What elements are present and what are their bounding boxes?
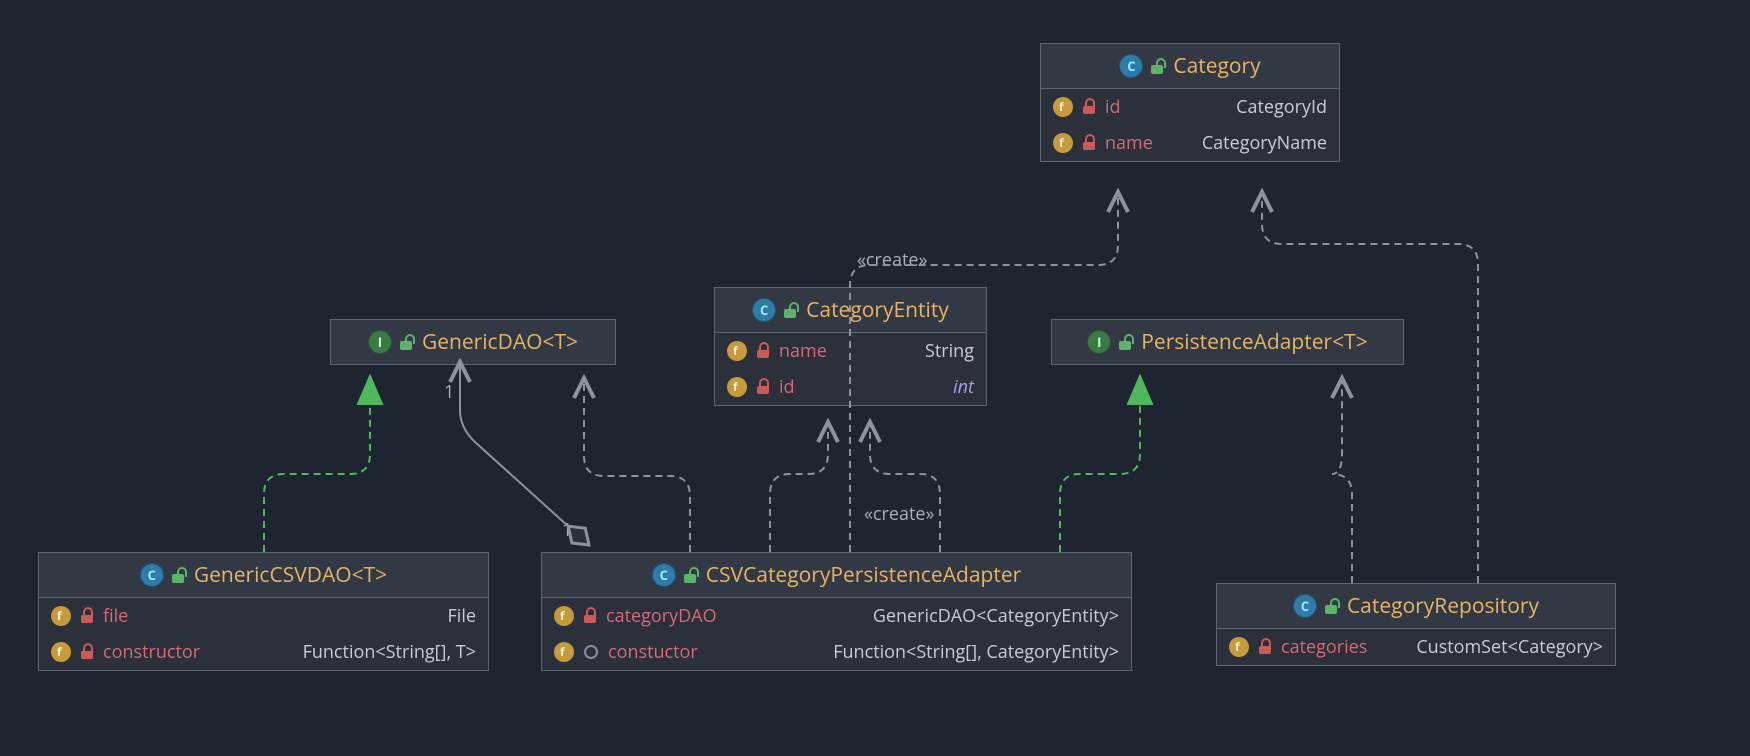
multiplicity-label: 1: [562, 518, 572, 542]
field-name: id: [1105, 95, 1121, 119]
field-row: constructor Function<String[], T>: [39, 634, 488, 670]
unlock-icon: [684, 567, 698, 583]
field-row: categoryDAO GenericDAO<CategoryEntity>: [542, 598, 1131, 634]
package-icon: [584, 645, 598, 659]
field-name: constuctor: [608, 640, 698, 664]
field-name: name: [779, 339, 827, 363]
field-icon: [727, 341, 747, 361]
field-row: constuctor Function<String[], CategoryEn…: [542, 634, 1131, 670]
field-name: id: [779, 375, 795, 399]
interface-title: I PersistenceAdapter<T>: [1052, 320, 1403, 364]
field-row: id CategoryId: [1041, 89, 1339, 125]
field-type: CustomSet<Category>: [1416, 635, 1603, 659]
edge-dependency: [870, 422, 940, 552]
class-title: C CategoryRepository: [1217, 584, 1615, 629]
uml-diagram: { "boxes": { "category": { "kind": "clas…: [0, 0, 1750, 756]
field-type: Function<String[], T>: [303, 640, 476, 664]
field-type: GenericDAO<CategoryEntity>: [873, 604, 1119, 628]
edge-dependency: [584, 378, 690, 552]
class-icon: C: [140, 563, 164, 587]
field-icon: [1053, 97, 1073, 117]
class-title: C Category: [1041, 44, 1339, 89]
field-name: file: [103, 604, 128, 628]
members: categoryDAO GenericDAO<CategoryEntity> c…: [542, 598, 1131, 670]
class-icon: C: [1293, 594, 1317, 618]
field-type: CategoryId: [1236, 95, 1327, 119]
lock-icon: [1083, 100, 1095, 114]
unlock-icon: [784, 302, 798, 318]
class-box-generic-csv-dao[interactable]: C GenericCSVDAO<T> file File constructor…: [38, 552, 489, 671]
field-row: name CategoryName: [1041, 125, 1339, 161]
class-title: C CategoryEntity: [715, 288, 986, 333]
field-type: CategoryName: [1202, 131, 1327, 155]
class-name: GenericCSVDAO<T>: [194, 561, 387, 589]
class-name: Category: [1173, 52, 1260, 80]
class-title: C GenericCSVDAO<T>: [39, 553, 488, 598]
interface-name: GenericDAO<T>: [422, 328, 578, 356]
lock-icon: [81, 609, 93, 623]
class-name: CategoryRepository: [1347, 592, 1539, 620]
field-type: String: [925, 339, 974, 363]
interface-icon: I: [368, 330, 392, 354]
unlock-icon: [1119, 334, 1133, 350]
lock-icon: [1259, 640, 1271, 654]
members: name String id int: [715, 333, 986, 405]
interface-title: I GenericDAO<T>: [331, 320, 615, 364]
lock-icon: [757, 344, 769, 358]
class-name: CategoryEntity: [806, 296, 949, 324]
unlock-icon: [1325, 598, 1339, 614]
field-type: int: [953, 375, 974, 399]
unlock-icon: [172, 567, 186, 583]
stereotype-label: «create»: [857, 248, 927, 272]
field-icon: [554, 642, 574, 662]
interface-box-generic-dao[interactable]: I GenericDAO<T>: [330, 319, 616, 365]
members: id CategoryId name CategoryName: [1041, 89, 1339, 161]
class-box-category[interactable]: C Category id CategoryId name CategoryNa…: [1040, 43, 1340, 162]
field-name: categories: [1281, 635, 1367, 659]
field-row: categories CustomSet<Category>: [1217, 629, 1615, 665]
edge-realization: [1060, 378, 1140, 552]
field-icon: [1229, 637, 1249, 657]
field-icon: [727, 377, 747, 397]
field-type: Function<String[], CategoryEntity>: [833, 640, 1119, 664]
interface-name: PersistenceAdapter<T>: [1141, 328, 1367, 356]
lock-icon: [757, 380, 769, 394]
lock-icon: [584, 609, 596, 623]
multiplicity-label: 1: [444, 380, 454, 404]
class-title: C CSVCategoryPersistenceAdapter: [542, 553, 1131, 598]
field-row: name String: [715, 333, 986, 369]
edge-realization: [264, 378, 370, 552]
field-icon: [1053, 133, 1073, 153]
class-box-category-repository[interactable]: C CategoryRepository categories CustomSe…: [1216, 583, 1616, 666]
field-type: File: [448, 604, 477, 628]
field-name: name: [1105, 131, 1153, 155]
field-row: file File: [39, 598, 488, 634]
class-icon: C: [652, 563, 676, 587]
members: categories CustomSet<Category>: [1217, 629, 1615, 665]
class-box-csv-category-persistence-adapter[interactable]: C CSVCategoryPersistenceAdapter category…: [541, 552, 1132, 671]
interface-icon: I: [1087, 330, 1111, 354]
field-icon: [51, 606, 71, 626]
members: file File constructor Function<String[],…: [39, 598, 488, 670]
field-name: constructor: [103, 640, 200, 664]
field-icon: [51, 642, 71, 662]
edge-dependency-create: [770, 422, 828, 552]
interface-box-persistence-adapter[interactable]: I PersistenceAdapter<T>: [1051, 319, 1404, 365]
class-icon: C: [752, 298, 776, 322]
stereotype-label: «create»: [864, 502, 934, 526]
class-icon: C: [1119, 54, 1143, 78]
field-icon: [554, 606, 574, 626]
lock-icon: [81, 645, 93, 659]
class-name: CSVCategoryPersistenceAdapter: [706, 561, 1021, 589]
field-row: id int: [715, 369, 986, 405]
unlock-icon: [400, 334, 414, 350]
lock-icon: [1083, 136, 1095, 150]
edge-dependency: [1332, 378, 1352, 583]
class-box-category-entity[interactable]: C CategoryEntity name String id int: [714, 287, 987, 406]
unlock-icon: [1151, 58, 1165, 74]
edge-dependency: [1262, 192, 1478, 583]
field-name: categoryDAO: [606, 604, 717, 628]
